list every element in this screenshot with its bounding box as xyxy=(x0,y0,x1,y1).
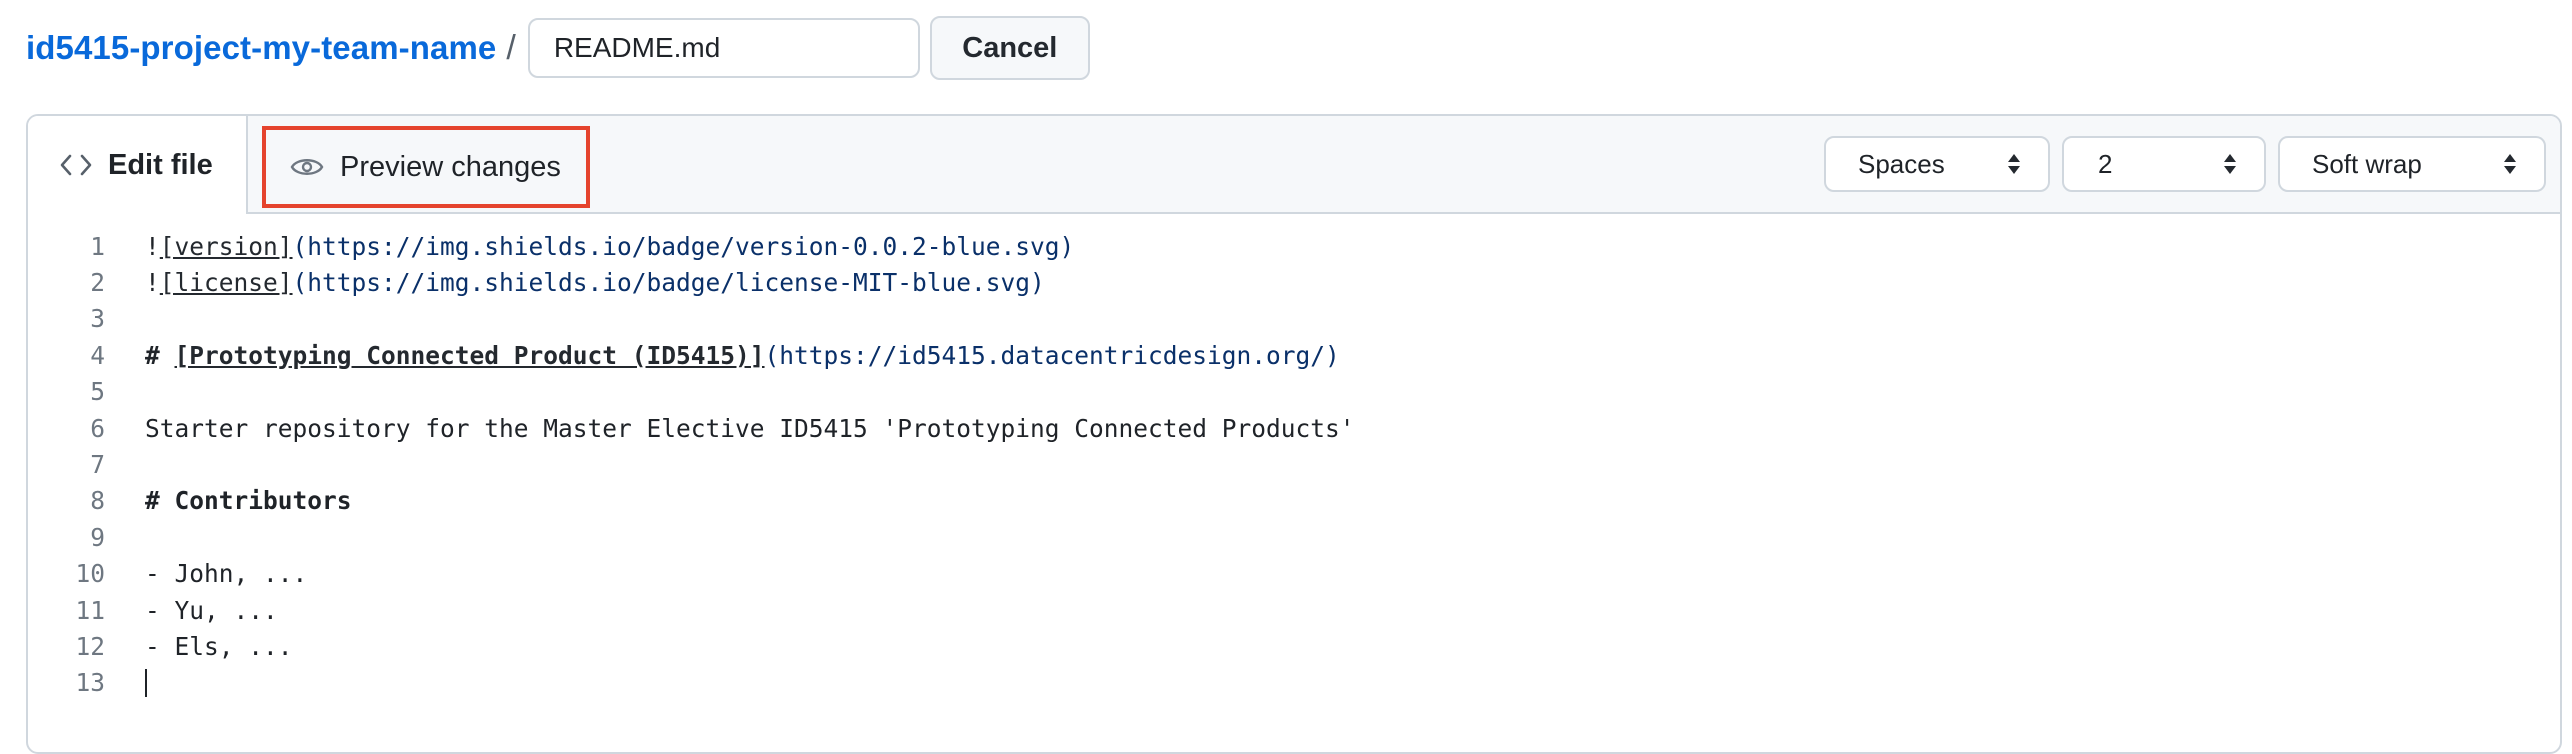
code-line[interactable]: 13 xyxy=(28,665,2560,701)
line-number: 10 xyxy=(75,559,105,589)
line-number: 7 xyxy=(90,450,105,480)
repo-name-link[interactable]: id5415-project-my-team-name xyxy=(26,29,496,67)
code-line[interactable]: 10 - John, ... xyxy=(28,556,2560,592)
text-cursor xyxy=(145,668,147,697)
tab-edit-file-label: Edit file xyxy=(108,148,213,181)
select-arrows-icon xyxy=(2222,152,2238,176)
code-token: [Prototyping Connected Product (ID5415)] xyxy=(174,340,765,370)
code-token: [license] xyxy=(159,268,293,298)
code-token: (https://id5415.datacentricdesign.org/) xyxy=(764,340,1340,370)
wrap-mode-select[interactable]: Soft wrap xyxy=(2278,136,2546,192)
code-token: (https://img.shields.io/badge/version-0.… xyxy=(292,231,1075,261)
line-number: 8 xyxy=(90,486,105,516)
line-number: 13 xyxy=(75,668,105,698)
editor-options: Spaces 2 Soft wrap xyxy=(1824,136,2546,192)
code-token: # Contributors xyxy=(145,486,352,516)
code-token: [version] xyxy=(159,231,293,261)
eye-icon xyxy=(290,155,324,179)
line-number: 9 xyxy=(90,522,105,552)
filename-input[interactable] xyxy=(527,18,920,78)
code-token: ! xyxy=(145,231,160,261)
code-line[interactable]: 3 xyxy=(28,301,2560,337)
tab-preview-changes[interactable]: Preview changes xyxy=(262,126,590,208)
line-number: 12 xyxy=(75,631,105,661)
file-editor: Edit file Preview changes Spaces 2 Soft … xyxy=(26,114,2562,754)
tab-preview-changes-label: Preview changes xyxy=(340,150,561,183)
code-editor-area[interactable]: 1! [version] (https://img.shields.io/badge… xyxy=(28,214,2560,701)
indent-mode-value: Spaces xyxy=(1858,148,1945,179)
code-line[interactable]: 6 Starter repository for the Master Elect… xyxy=(28,410,2560,446)
tab-edit-file[interactable]: Edit file xyxy=(28,116,248,214)
cancel-button[interactable]: Cancel xyxy=(929,16,1090,80)
code-token: ! xyxy=(145,268,160,298)
line-number: 3 xyxy=(90,304,105,334)
code-token: - Yu, ... xyxy=(145,595,278,625)
code-line[interactable]: 7 xyxy=(28,446,2560,482)
code-line[interactable]: 5 xyxy=(28,374,2560,410)
file-path-bar: id5415-project-my-team-name / Cancel xyxy=(26,16,1090,80)
code-icon xyxy=(60,154,92,176)
select-arrows-icon xyxy=(2006,152,2022,176)
line-number: 2 xyxy=(90,268,105,298)
editor-toolbar: Edit file Preview changes Spaces 2 Soft … xyxy=(28,116,2560,214)
line-number: 6 xyxy=(90,413,105,443)
code-line[interactable]: 8 # Contributors xyxy=(28,483,2560,519)
code-token: (https://img.shields.io/badge/license-MI… xyxy=(292,268,1045,298)
wrap-mode-value: Soft wrap xyxy=(2312,148,2422,179)
line-number: 11 xyxy=(75,595,105,625)
code-token: # xyxy=(145,340,175,370)
code-line[interactable]: 12 - Els, ... xyxy=(28,628,2560,664)
code-token: - Els, ... xyxy=(145,631,293,661)
line-number: 1 xyxy=(90,231,105,261)
code-line[interactable]: 2! [license] (https://img.shields.io/badge… xyxy=(28,264,2560,300)
code-token: Starter repository for the Master Electi… xyxy=(145,413,1355,443)
indent-size-value: 2 xyxy=(2098,148,2113,179)
code-line[interactable]: 1! [version] (https://img.shields.io/badge… xyxy=(28,228,2560,264)
code-token: - John, ... xyxy=(145,559,308,589)
line-number: 4 xyxy=(90,340,105,370)
indent-mode-select[interactable]: Spaces xyxy=(1824,136,2050,192)
code-line[interactable]: 11 - Yu, ... xyxy=(28,592,2560,628)
path-separator: / xyxy=(506,28,516,67)
code-line[interactable]: 4 # [Prototyping Connected Product (ID541… xyxy=(28,337,2560,373)
select-arrows-icon xyxy=(2502,152,2518,176)
code-line[interactable]: 9 xyxy=(28,519,2560,555)
line-number: 5 xyxy=(90,377,105,407)
indent-size-select[interactable]: 2 xyxy=(2062,136,2266,192)
